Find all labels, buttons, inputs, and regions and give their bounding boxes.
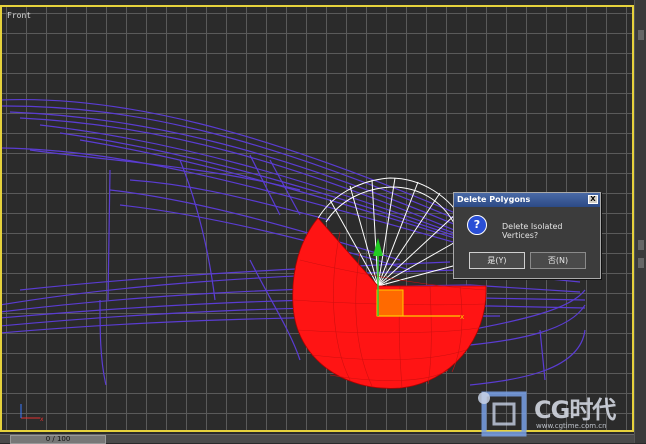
question-icon: ? [467,215,487,235]
watermark: CG时代 www.cgtime.com.cn [472,384,642,440]
svg-text:x: x [40,416,44,423]
time-slider-label: 0 / 100 [45,435,71,443]
panel-tab[interactable] [638,240,644,250]
command-panel-edge[interactable] [634,0,646,443]
close-button[interactable]: X [588,195,598,204]
watermark-url: www.cgtime.com.cn [536,422,607,430]
dialog-titlebar[interactable]: Delete Polygons X [454,193,600,207]
viewport-label[interactable]: Front [7,11,31,20]
watermark-logo-icon [478,391,527,437]
panel-tab[interactable] [638,258,644,268]
yes-button[interactable]: 是(Y) [469,252,525,269]
close-icon: X [590,195,596,203]
no-button[interactable]: 否(N) [530,252,586,269]
dialog-title: Delete Polygons [457,195,531,204]
svg-text:x: x [460,313,464,321]
watermark-text: CG时代 [534,396,616,424]
delete-polygons-dialog: Delete Polygons X ? Delete Isolated Vert… [453,192,601,279]
axis-tripod-icon: x [20,404,44,423]
panel-tab[interactable] [638,30,644,40]
dialog-message: Delete Isolated Vertices? [502,222,563,240]
